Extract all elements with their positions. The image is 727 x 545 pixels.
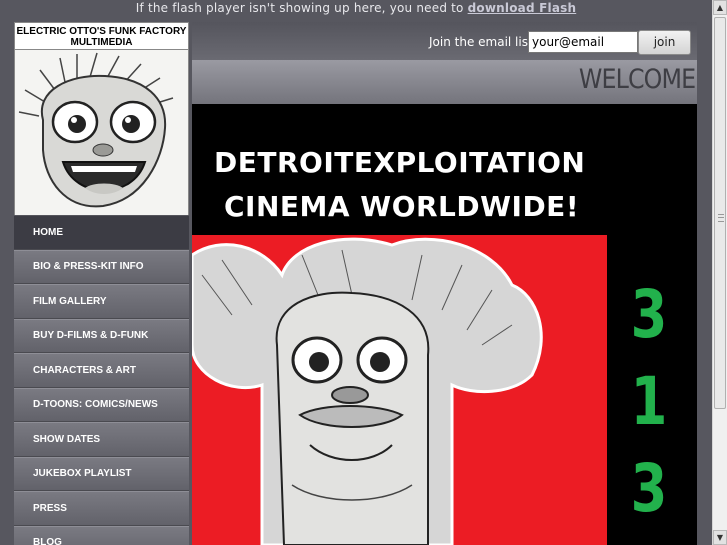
page-scrollbar[interactable]: ▲ ▼ <box>712 0 727 545</box>
nav-item-press[interactable]: PRESS <box>14 491 189 526</box>
poster-headline-1: DETROITEXPLOITATION <box>214 146 586 179</box>
download-flash-link[interactable]: download Flash <box>468 1 577 15</box>
poster-headline-2: CINEMA WORLDWIDE! <box>224 190 580 223</box>
email-input[interactable] <box>528 31 638 53</box>
flash-notice: If the flash player isn't showing up her… <box>0 0 712 17</box>
scroll-grip-icon <box>718 214 724 222</box>
logo-title: ELECTRIC OTTO'S FUNK FACTORY MULTIMEDIA <box>14 22 189 50</box>
logo-title-line1: ELECTRIC OTTO'S FUNK FACTORY <box>16 26 187 37</box>
email-signup-label: Join the email list! <box>429 35 538 49</box>
nav-item-home[interactable]: HOME <box>14 215 189 250</box>
email-signup-bar: Join the email list! join <box>192 22 697 60</box>
scroll-down-arrow-icon[interactable]: ▼ <box>713 530 727 545</box>
welcome-banner: WELCOME <box>192 60 697 104</box>
nav-item-jukebox-playlist[interactable]: JUKEBOX PLAYLIST <box>14 456 189 491</box>
poster-digit-1: 3 <box>630 276 668 353</box>
otto-face-logo[interactable] <box>14 50 189 215</box>
flash-poster[interactable]: DETROITEXPLOITATION CINEMA WORLDWIDE! 3 … <box>192 104 697 545</box>
nav-item-film-gallery[interactable]: FILM GALLERY <box>14 284 189 319</box>
scroll-thumb[interactable] <box>714 17 726 409</box>
main-nav: HOME BIO & PRESS-KIT INFO FILM GALLERY B… <box>14 215 189 545</box>
nav-item-characters-art[interactable]: CHARACTERS & ART <box>14 353 189 388</box>
nav-item-buy-d-films[interactable]: BUY D-FILMS & D-FUNK <box>14 318 189 353</box>
nav-item-show-dates[interactable]: SHOW DATES <box>14 422 189 457</box>
welcome-heading: WELCOME <box>578 64 696 95</box>
left-sidebar: ELECTRIC OTTO'S FUNK FACTORY MULTIMEDIA <box>14 22 189 545</box>
nav-item-blog[interactable]: BLOG <box>14 525 189 545</box>
nav-item-bio-press-kit[interactable]: BIO & PRESS-KIT INFO <box>14 249 189 284</box>
logo-title-line2: MULTIMEDIA <box>70 37 133 48</box>
poster-digit-3: 3 <box>630 450 668 527</box>
scroll-up-arrow-icon[interactable]: ▲ <box>713 0 727 15</box>
poster-digit-2: 1 <box>630 363 668 440</box>
nav-item-d-toons[interactable]: D-TOONS: COMICS/NEWS <box>14 387 189 422</box>
main-content: Join the email list! join WELCOME DETROI… <box>192 22 697 545</box>
flash-notice-text: If the flash player isn't showing up her… <box>135 1 468 15</box>
poster-character-art <box>192 235 607 545</box>
join-button[interactable]: join <box>638 30 691 55</box>
